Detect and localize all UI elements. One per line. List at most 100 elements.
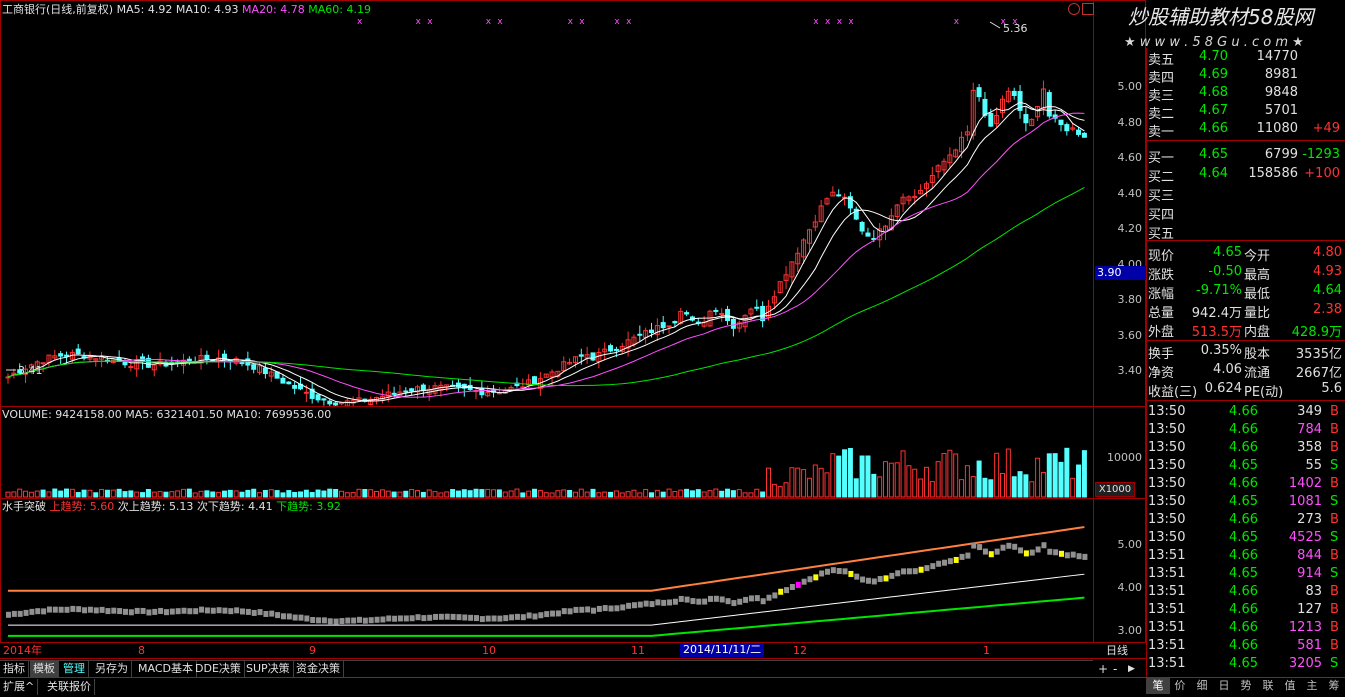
tab-expand[interactable]: 扩展^: [0, 679, 39, 695]
right-tab[interactable]: 细: [1190, 678, 1214, 694]
right-tab[interactable]: 价: [1168, 678, 1192, 694]
indicator-box: [906, 568, 912, 575]
time-axis-label: 12: [793, 644, 807, 657]
volume-bar: [280, 492, 286, 498]
order-change: +49: [1312, 121, 1340, 136]
tick-time: 13:51: [1148, 620, 1186, 635]
price-axis-tick: 4.40: [1117, 187, 1143, 200]
tick-row: 13:50 4.65 55 S: [1146, 457, 1344, 476]
buy-level: 买二 4.64 158586 +100: [1146, 165, 1344, 185]
indicator-box: [842, 568, 848, 575]
indicator-box: [222, 607, 228, 614]
right-tab[interactable]: 笔: [1146, 678, 1170, 694]
volume-bar: [315, 489, 321, 498]
volume-bar: [99, 488, 105, 498]
volume-bar: [356, 488, 362, 498]
volume-bar: [801, 469, 807, 498]
indicator-box: [696, 598, 702, 605]
indicator-box: [58, 606, 64, 613]
volume-bar: [853, 478, 859, 498]
cursor-price-label: 3.90: [1095, 266, 1147, 280]
indicator-box: [1053, 549, 1059, 556]
indicator-box: [994, 548, 1000, 555]
stat-value: 2667亿: [1295, 366, 1342, 381]
volume-bar: [87, 489, 93, 498]
volume-bar: [93, 492, 99, 498]
signal-mark: x: [954, 17, 960, 27]
tab-sup[interactable]: SUP决策: [243, 661, 294, 677]
indicator-box: [193, 608, 199, 615]
volume-bar: [894, 462, 900, 498]
volume-bar: [953, 453, 959, 498]
indicator-box: [585, 606, 591, 613]
right-tab[interactable]: 联: [1256, 678, 1280, 694]
volume-bar: [964, 465, 970, 498]
tick-row: 13:51 4.65 3205 S: [1146, 655, 1344, 674]
volume-chart[interactable]: [0, 420, 1093, 498]
tab-fund[interactable]: 资金决策: [293, 661, 344, 677]
scroll-right-button[interactable]: ▶: [1128, 662, 1135, 676]
right-tab[interactable]: 日: [1212, 678, 1236, 694]
volume-bar: [695, 489, 701, 498]
candle-body: [315, 394, 321, 401]
volume-bar: [169, 491, 175, 498]
indicator-box: [339, 618, 345, 625]
right-tab[interactable]: 筹: [1322, 678, 1345, 694]
signal-mark: x: [813, 17, 819, 27]
candle-body: [292, 384, 298, 389]
stat-row: 现价 4.65 今开 4.80: [1146, 244, 1344, 264]
tab-indicator[interactable]: 指标: [0, 661, 29, 677]
signal-mark: x: [626, 17, 632, 27]
volume-bar: [1070, 477, 1076, 498]
cursor-date-label: 2014/11/11/二: [680, 643, 765, 657]
indicator-box: [801, 578, 807, 585]
indicator-box: [1012, 543, 1018, 550]
volume-bar: [140, 492, 146, 498]
volume-bar: [701, 491, 707, 498]
volume-bar: [929, 481, 935, 498]
indicator-box: [304, 615, 310, 622]
tick-row: 13:51 4.66 127 B: [1146, 601, 1344, 620]
sell-level: 卖五 4.70 14770: [1146, 48, 1344, 68]
indicator-box: [719, 596, 725, 603]
volume-bar: [812, 464, 818, 498]
candle-body: [409, 388, 415, 392]
indicator-box: [321, 617, 327, 624]
stat-label: 外盘: [1148, 325, 1175, 340]
buy-level: 买五: [1146, 222, 1344, 242]
candlestick-chart[interactable]: xxxxxxxxxxxxxxxx 3.41 5.36: [0, 14, 1093, 406]
tab-dde[interactable]: DDE决策: [192, 661, 245, 677]
stat-label: 总量: [1148, 306, 1175, 321]
price-axis-tick: 4.20: [1117, 222, 1143, 235]
tab-manage[interactable]: 管理: [60, 661, 89, 677]
volume-bar: [426, 489, 432, 498]
tab-save-as[interactable]: 另存为: [92, 661, 132, 677]
tab-template[interactable]: 模板: [30, 661, 59, 677]
indicator-box: [895, 570, 901, 577]
indicator-box: [947, 558, 953, 565]
stat-label: 内盘: [1244, 325, 1271, 340]
signal-mark: x: [427, 17, 433, 27]
tick-time: 13:50: [1148, 476, 1186, 491]
indicator-chart[interactable]: [0, 512, 1093, 642]
stat-value: 513.5万: [1191, 325, 1242, 340]
zoom-out-button[interactable]: -: [1113, 662, 1117, 676]
indicator-box: [1006, 542, 1012, 549]
volume-bar: [245, 489, 251, 498]
tick-time: 13:51: [1148, 638, 1186, 653]
volume-bar: [1058, 461, 1064, 498]
period-label[interactable]: 日线: [1106, 644, 1128, 658]
tab-macd[interactable]: MACD基本: [135, 661, 197, 677]
order-price: 4.64: [1199, 166, 1228, 181]
right-tab[interactable]: 势: [1234, 678, 1258, 694]
right-tab[interactable]: 主: [1300, 678, 1324, 694]
zoom-in-button[interactable]: +: [1098, 662, 1108, 676]
indicator-box: [889, 572, 895, 579]
candle-body: [262, 367, 268, 375]
candle-body: [403, 390, 409, 393]
right-tab[interactable]: 值: [1278, 678, 1302, 694]
tab-linked-quote[interactable]: 关联报价: [44, 679, 95, 695]
stat-row: 外盘 513.5万 内盘 428.9万: [1146, 320, 1344, 340]
indicator-box: [713, 595, 719, 602]
volume-bar: [181, 488, 186, 498]
